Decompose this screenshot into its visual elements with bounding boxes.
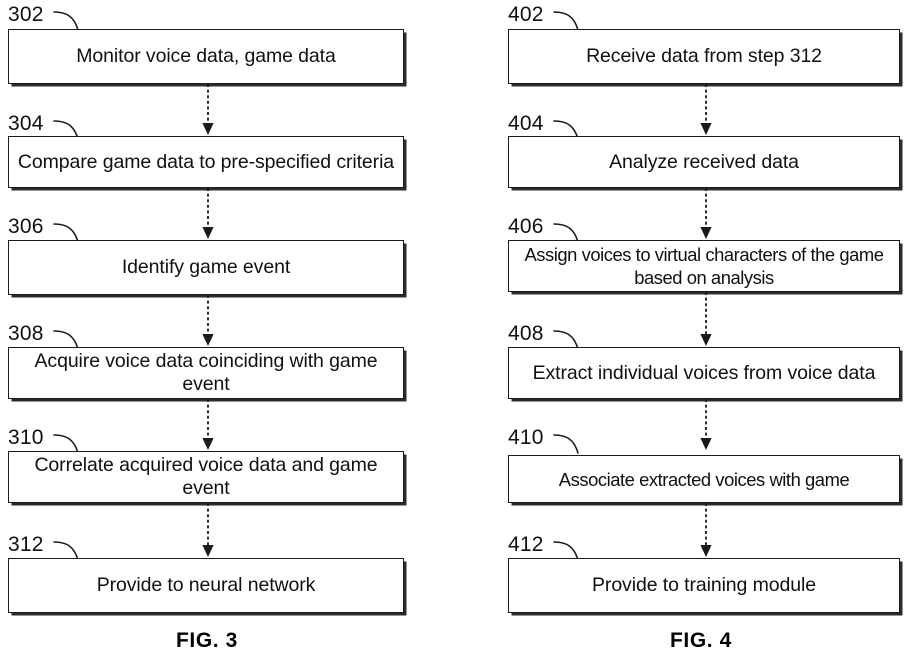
step-box-404[interactable]: Analyze received data (508, 136, 900, 188)
step-box-306[interactable]: Identify game event (8, 240, 404, 295)
ref-numeral-304: 304 (8, 112, 44, 135)
connector-302-304 (202, 84, 214, 135)
step-box-406[interactable]: Assign voices to virtual characters of t… (508, 240, 900, 292)
step-box-310[interactable]: Correlate acquired voice data and game e… (8, 451, 404, 503)
figure-4-caption: FIG. 4 (670, 629, 732, 652)
step-box-410[interactable]: Associate extracted voices with game (508, 455, 900, 503)
leader-line-410 (553, 434, 579, 454)
figure-3-caption: FIG. 3 (176, 629, 238, 652)
ref-numeral-404: 404 (508, 112, 544, 135)
connector-310-312 (202, 503, 214, 557)
step-box-308[interactable]: Acquire voice data coinciding with game … (8, 347, 404, 399)
figure-4: 402 Receive data from step 312 404 Analy… (456, 0, 912, 664)
connector-308-310 (202, 399, 214, 450)
step-box-302[interactable]: Monitor voice data, game data (8, 29, 404, 84)
connector-408-410 (700, 399, 712, 450)
step-text-302: Monitor voice data, game data (76, 45, 336, 67)
connector-306-308 (202, 295, 214, 346)
step-text-406: Assign voices to virtual characters of t… (524, 244, 884, 288)
ref-numeral-312: 312 (8, 533, 44, 556)
step-text-308: Acquire voice data coinciding with game … (34, 350, 378, 395)
connector-304-306 (202, 188, 214, 239)
ref-numeral-302: 302 (8, 3, 44, 26)
ref-numeral-402: 402 (508, 3, 544, 26)
step-text-410: Associate extracted voices with game (558, 468, 850, 490)
ref-numeral-306: 306 (8, 215, 44, 238)
step-box-408[interactable]: Extract individual voices from voice dat… (508, 347, 900, 399)
step-box-312[interactable]: Provide to neural network (8, 558, 404, 613)
connector-406-408 (700, 292, 712, 346)
step-box-412[interactable]: Provide to training module (508, 558, 900, 613)
step-text-412: Provide to training module (592, 574, 816, 596)
ref-numeral-308: 308 (8, 322, 44, 345)
connector-404-406 (700, 188, 712, 239)
ref-numeral-408: 408 (508, 322, 544, 345)
figure-3: 302 Monitor voice data, game data 304 Co… (0, 0, 456, 664)
step-text-404: Analyze received data (609, 150, 799, 173)
connector-402-404 (700, 84, 712, 135)
ref-numeral-406: 406 (508, 215, 544, 238)
step-text-408: Extract individual voices from voice dat… (532, 361, 876, 384)
step-box-402[interactable]: Receive data from step 312 (508, 29, 900, 84)
step-text-304: Compare game data to pre-specified crite… (17, 150, 395, 173)
step-text-312: Provide to neural network (96, 574, 316, 596)
ref-numeral-412: 412 (508, 533, 544, 556)
connector-410-412 (700, 503, 712, 557)
ref-numeral-310: 310 (8, 426, 44, 449)
step-box-304[interactable]: Compare game data to pre-specified crite… (8, 136, 404, 188)
step-text-402: Receive data from step 312 (586, 45, 822, 67)
step-text-310: Correlate acquired voice data and game e… (34, 454, 378, 499)
ref-numeral-410: 410 (508, 426, 544, 449)
step-text-306: Identify game event (121, 256, 291, 278)
